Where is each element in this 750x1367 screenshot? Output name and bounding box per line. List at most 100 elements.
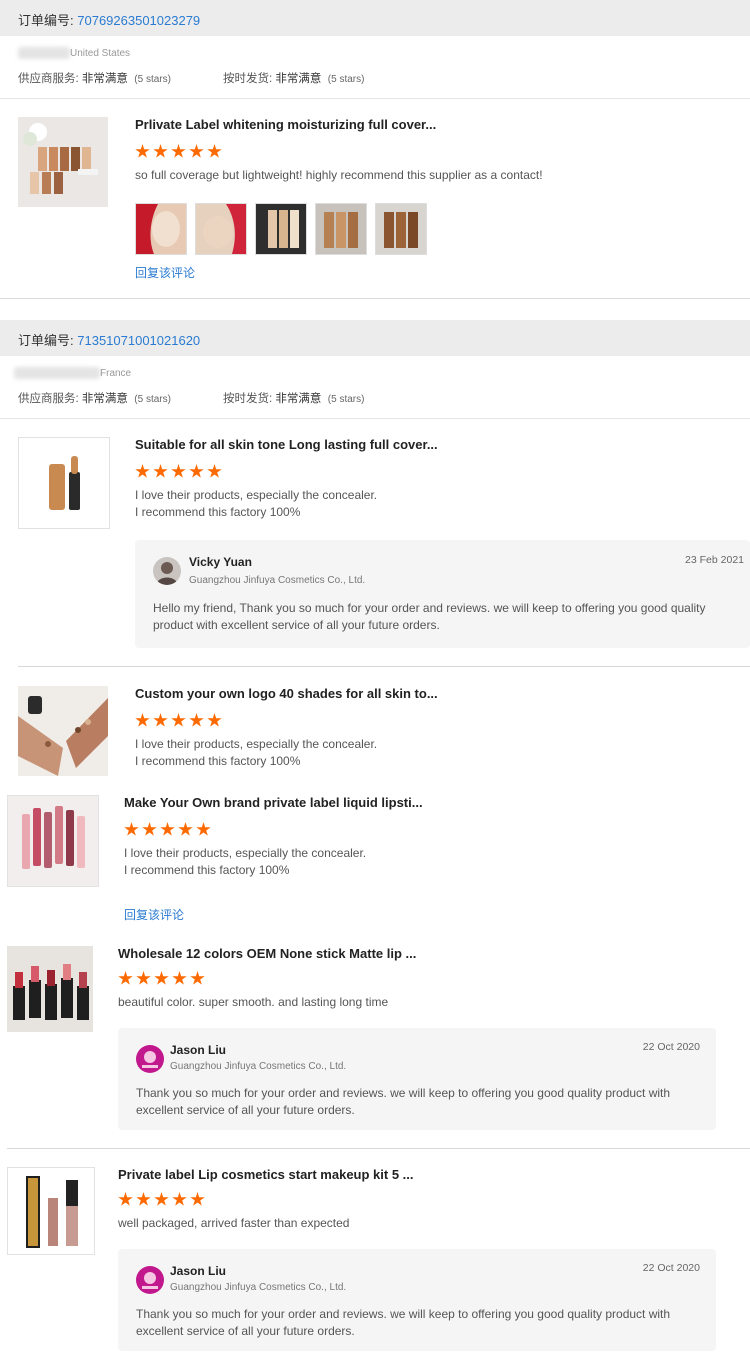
review-comment: so full coverage but lightweight! highly… xyxy=(135,168,543,182)
avatar-icon xyxy=(136,1045,164,1073)
avatar-icon xyxy=(153,557,181,585)
star-icon xyxy=(153,144,168,158)
star-rating xyxy=(118,971,205,986)
reply-company: Guangzhou Jinfuya Cosmetics Co., Ltd. xyxy=(170,1282,347,1293)
star-icon xyxy=(118,1192,133,1206)
buyer-country: France xyxy=(100,368,132,379)
product-title[interactable]: Prlivate Label whitening moisturizing fu… xyxy=(135,117,436,132)
avatar-icon xyxy=(136,1266,164,1294)
product-photo-concealer xyxy=(19,438,109,528)
review-photo[interactable] xyxy=(195,203,247,255)
review-photo[interactable] xyxy=(315,203,367,255)
reply-date: 23 Feb 2021 xyxy=(685,554,744,566)
reply-author-name: Jason Liu xyxy=(170,1264,227,1278)
star-rating xyxy=(118,1192,205,1207)
star-icon xyxy=(160,822,175,836)
supplier-service-rating: 供应商服务: 非常满意 (5 stars) xyxy=(18,393,171,405)
ontime-delivery-rating: 按时发货: 非常满意 (5 stars) xyxy=(223,393,365,405)
product-photo-makeup-kit xyxy=(8,1168,94,1254)
order-header: 订单编号: 70769263501023279 xyxy=(0,0,750,36)
product-title[interactable]: Wholesale 12 colors OEM None stick Matte… xyxy=(118,946,416,961)
divider xyxy=(18,666,750,667)
divider xyxy=(0,418,750,419)
order-number-link[interactable]: 70769263501023279 xyxy=(77,13,200,28)
order-label: 订单编号: xyxy=(18,13,74,28)
star-icon xyxy=(118,971,133,985)
reply-date: 22 Oct 2020 xyxy=(642,1041,700,1053)
star-icon xyxy=(207,144,222,158)
star-rating xyxy=(135,713,222,728)
star-icon xyxy=(189,144,204,158)
star-icon xyxy=(135,713,150,727)
reply-author-name: Jason Liu xyxy=(170,1043,227,1057)
product-title[interactable]: Custom your own logo 40 shades for all s… xyxy=(135,686,438,701)
star-icon xyxy=(190,1192,205,1206)
star-icon xyxy=(153,464,168,478)
star-icon xyxy=(142,822,157,836)
reply-company: Guangzhou Jinfuya Cosmetics Co., Ltd. xyxy=(170,1061,347,1072)
star-icon xyxy=(136,971,151,985)
star-icon xyxy=(207,464,222,478)
buyer-name-blurred xyxy=(14,367,100,379)
product-photo-swatches xyxy=(18,686,108,776)
product-title[interactable]: Suitable for all skin tone Long lasting … xyxy=(135,437,438,452)
reply-company: Guangzhou Jinfuya Cosmetics Co., Ltd. xyxy=(189,575,366,586)
star-icon xyxy=(136,1192,151,1206)
ontime-delivery-rating: 按时发货: 非常满意 (5 stars) xyxy=(223,73,365,85)
reply-author-name: Vicky Yuan xyxy=(189,555,252,569)
order-label: 订单编号: xyxy=(18,333,74,348)
star-icon xyxy=(135,464,150,478)
reply-text: Thank you so much for your order and rev… xyxy=(136,1086,671,1117)
star-icon xyxy=(153,713,168,727)
review-comment: beautiful color. super smooth. and lasti… xyxy=(118,995,389,1009)
reply-text: Thank you so much for your order and rev… xyxy=(136,1307,671,1338)
product-title[interactable]: Private label Lip cosmetics start makeup… xyxy=(118,1167,414,1182)
buyer-name-blurred xyxy=(18,47,70,59)
order-number-link[interactable]: 71351071001021620 xyxy=(77,333,200,348)
reply-date: 22 Oct 2020 xyxy=(642,1262,700,1274)
section-divider xyxy=(0,298,750,299)
supplier-reply: Jason Liu Guangzhou Jinfuya Cosmetics Co… xyxy=(118,1028,716,1130)
star-icon xyxy=(172,1192,187,1206)
review-comment: I love their products, especially the co… xyxy=(135,488,378,519)
product-photo-lipgloss xyxy=(8,796,98,886)
buyer-country: United States xyxy=(70,48,131,59)
star-icon xyxy=(124,822,139,836)
star-icon xyxy=(190,971,205,985)
supplier-service-rating: 供应商服务: 非常满意 (5 stars) xyxy=(18,73,171,85)
supplier-reply: Vicky Yuan Guangzhou Jinfuya Cosmetics C… xyxy=(135,540,750,648)
product-title[interactable]: Make Your Own brand private label liquid… xyxy=(124,795,423,810)
product-image[interactable] xyxy=(18,686,108,776)
product-image[interactable] xyxy=(7,795,99,887)
star-icon xyxy=(154,1192,169,1206)
review-comment: I love their products, especially the co… xyxy=(124,846,367,877)
star-icon xyxy=(154,971,169,985)
star-icon xyxy=(171,713,186,727)
product-image[interactable] xyxy=(18,437,110,529)
review-photo[interactable] xyxy=(375,203,427,255)
product-photo-lipsticks xyxy=(7,946,93,1032)
reply-text: Hello my friend, Thank you so much for y… xyxy=(153,601,706,632)
order-header: 订单编号: 71351071001021620 xyxy=(0,320,750,356)
product-image[interactable] xyxy=(18,117,108,207)
star-rating xyxy=(135,144,222,159)
star-rating xyxy=(135,464,222,479)
divider xyxy=(7,1148,750,1149)
product-image[interactable] xyxy=(7,946,93,1032)
star-rating xyxy=(124,822,211,837)
star-icon xyxy=(196,822,211,836)
review-comment: well packaged, arrived faster than expec… xyxy=(118,1216,350,1230)
star-icon xyxy=(171,144,186,158)
reply-to-review-link[interactable]: 回复该评论 xyxy=(135,264,195,281)
star-icon xyxy=(189,713,204,727)
star-icon xyxy=(178,822,193,836)
reply-to-review-link[interactable]: 回复该评论 xyxy=(124,906,184,923)
star-icon xyxy=(189,464,204,478)
star-icon xyxy=(171,464,186,478)
product-image[interactable] xyxy=(7,1167,95,1255)
star-icon xyxy=(207,713,222,727)
star-icon xyxy=(135,144,150,158)
review-photo[interactable] xyxy=(135,203,187,255)
review-photo[interactable] xyxy=(255,203,307,255)
supplier-reply: Jason Liu Guangzhou Jinfuya Cosmetics Co… xyxy=(118,1249,716,1351)
